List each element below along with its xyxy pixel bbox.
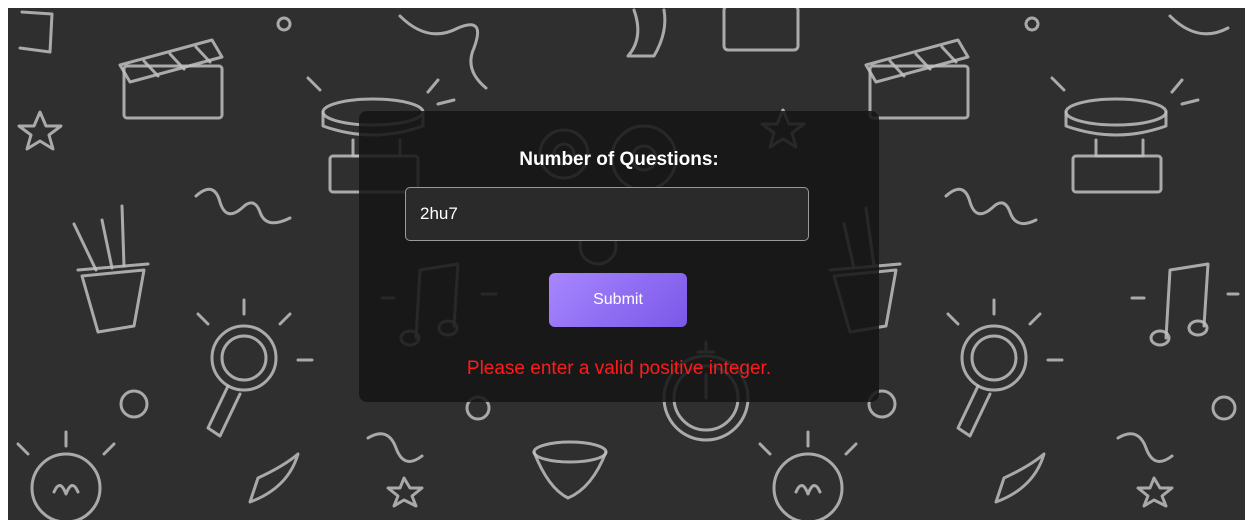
ribbon-icon [1168, 14, 1230, 36]
frame-doodles [18, 8, 800, 58]
magnifier-icon [946, 298, 1064, 438]
star-icon [17, 110, 63, 151]
light-bulb-icon [16, 430, 116, 520]
validation-error-message: Please enter a valid positive integer. [466, 358, 772, 379]
pencil-cup-icon [72, 204, 150, 334]
ribbon-icon [944, 187, 1038, 226]
buzzer-icon [1050, 76, 1200, 194]
hourglass-icon [532, 440, 608, 500]
number-of-questions-label: Number of Questions: [519, 149, 719, 170]
ribbon-icon [194, 187, 292, 225]
clapperboard-icon [864, 38, 970, 120]
submit-button[interactable]: Submit [549, 273, 687, 327]
question-count-form: Number of Questions: 2hu7 Submit Please … [359, 111, 879, 402]
confetti-icon [248, 432, 1174, 508]
app-viewport: Number of Questions: 2hu7 Submit Please … [8, 8, 1245, 520]
light-bulb-icon [758, 430, 858, 520]
magnifier-icon [196, 298, 314, 438]
ribbon-icon [398, 14, 488, 90]
music-note-icon [1130, 262, 1240, 347]
clapperboard-icon [118, 38, 224, 120]
number-of-questions-input[interactable]: 2hu7 [405, 187, 809, 241]
